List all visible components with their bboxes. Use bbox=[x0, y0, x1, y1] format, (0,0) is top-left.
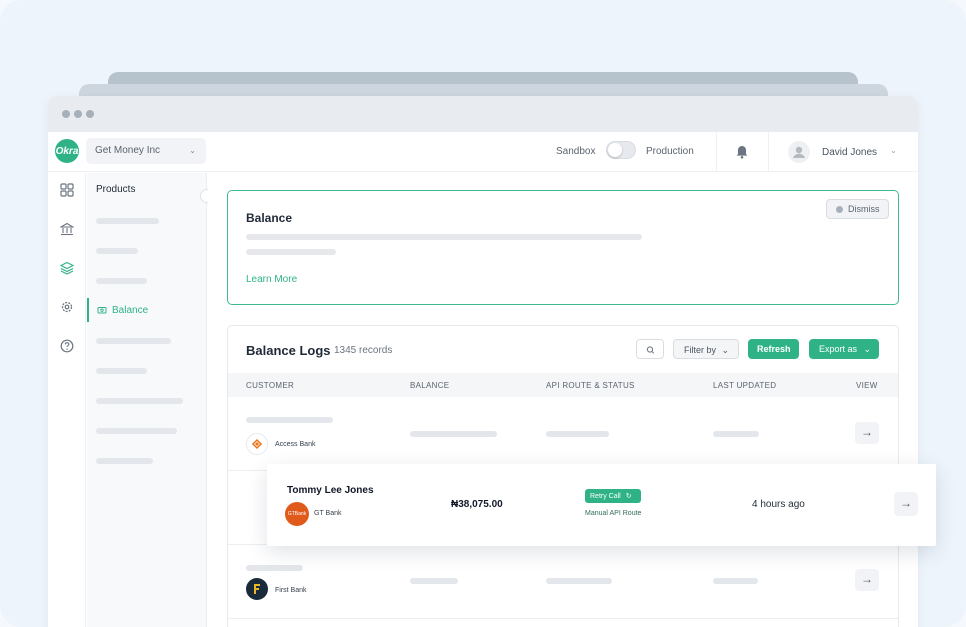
env-sandbox-label: Sandbox bbox=[556, 146, 596, 157]
sidebar-item-placeholder[interactable] bbox=[96, 218, 159, 224]
column-header: VIEW bbox=[856, 381, 878, 390]
balance-icon bbox=[97, 307, 107, 314]
window-dot bbox=[62, 110, 70, 118]
toggle-knob bbox=[608, 143, 622, 157]
bell-icon[interactable] bbox=[734, 144, 750, 160]
balance-info-card: Balance Learn More Dismiss bbox=[227, 190, 899, 305]
bank-name: GT Bank bbox=[314, 510, 342, 517]
bank-icon[interactable] bbox=[60, 222, 74, 236]
route-placeholder bbox=[546, 578, 612, 584]
dismiss-label: Dismiss bbox=[848, 204, 880, 214]
records-count: 1345 records bbox=[334, 345, 393, 356]
search-button[interactable] bbox=[636, 339, 664, 359]
top-bar: Okra Get Money Inc ⌄ Sandbox Production … bbox=[48, 132, 918, 172]
chevron-down-icon: ⌄ bbox=[721, 345, 730, 355]
gt-bank-logo: GTBank bbox=[285, 502, 309, 526]
avatar[interactable] bbox=[788, 141, 810, 163]
column-header: CUSTOMER bbox=[246, 381, 295, 390]
dismiss-dot-icon bbox=[836, 206, 843, 213]
products-sidebar: Products Balance bbox=[87, 173, 207, 627]
export-button[interactable]: Export as ⌄ bbox=[809, 339, 879, 359]
search-icon bbox=[646, 346, 655, 354]
org-selector[interactable]: Get Money Inc ⌄ bbox=[86, 138, 206, 164]
sidebar-title: Products bbox=[96, 184, 136, 195]
balance-amount: ₦38,075.00 bbox=[451, 499, 503, 510]
products-layers-icon[interactable] bbox=[60, 261, 74, 275]
access-bank-logo bbox=[246, 433, 268, 455]
first-bank-icon bbox=[254, 584, 260, 594]
bank-name: First Bank bbox=[275, 587, 307, 594]
logs-title: Balance Logs bbox=[246, 343, 331, 358]
environment-toggle[interactable] bbox=[606, 141, 636, 159]
info-card-title: Balance bbox=[246, 211, 293, 225]
user-name[interactable]: David Jones bbox=[822, 147, 877, 158]
bank-name: Access Bank bbox=[275, 441, 316, 448]
chevron-down-icon: ⌄ bbox=[863, 344, 872, 354]
column-header: BALANCE bbox=[410, 381, 450, 390]
retry-icon: ↻ bbox=[625, 493, 632, 500]
app-window: Okra Get Money Inc ⌄ Sandbox Production … bbox=[48, 96, 918, 627]
window-titlebar bbox=[48, 96, 918, 132]
updated-placeholder bbox=[713, 431, 759, 437]
dismiss-button[interactable]: Dismiss bbox=[826, 199, 889, 219]
okra-logo: Okra bbox=[55, 139, 79, 163]
balance-placeholder bbox=[410, 431, 497, 437]
window-dot bbox=[74, 110, 82, 118]
table-row[interactable]: First Bank → bbox=[228, 545, 898, 619]
export-label: Export as bbox=[819, 344, 858, 354]
customer-placeholder bbox=[246, 565, 303, 571]
learn-more-link[interactable]: Learn More bbox=[246, 274, 297, 285]
last-updated: 4 hours ago bbox=[752, 499, 805, 510]
divider bbox=[716, 132, 717, 172]
filter-button[interactable]: Filter by ⌄ bbox=[673, 339, 739, 359]
customer-placeholder bbox=[246, 417, 333, 423]
gear-icon[interactable] bbox=[60, 300, 74, 314]
chevron-down-icon[interactable]: ⌄ bbox=[890, 146, 897, 155]
sidebar-item-label: Balance bbox=[112, 305, 149, 316]
column-header: LAST UPDATED bbox=[713, 381, 777, 390]
sidebar-item-placeholder[interactable] bbox=[96, 368, 147, 374]
dashboard-icon[interactable] bbox=[60, 183, 74, 197]
filter-label: Filter by bbox=[684, 345, 717, 355]
sidebar-item-placeholder[interactable] bbox=[96, 338, 171, 344]
table-row[interactable]: Access Bank → bbox=[228, 397, 898, 471]
api-route: Manual API Route bbox=[585, 510, 642, 517]
access-bank-icon bbox=[251, 438, 263, 450]
user-icon bbox=[793, 146, 805, 158]
customer-name: Tommy Lee Jones bbox=[287, 485, 374, 496]
main-content: Balance Learn More Dismiss Balance Logs … bbox=[208, 173, 918, 627]
column-header: API ROUTE & STATUS bbox=[546, 381, 635, 390]
help-icon[interactable] bbox=[60, 339, 74, 353]
org-name: Get Money Inc bbox=[95, 145, 161, 156]
sidebar-item-placeholder[interactable] bbox=[96, 248, 138, 254]
view-arrow-button[interactable]: → bbox=[855, 422, 879, 444]
sidebar-item-balance[interactable]: Balance bbox=[87, 298, 206, 322]
chevron-down-icon: ⌄ bbox=[189, 146, 196, 155]
first-bank-logo bbox=[246, 578, 268, 600]
env-production-label: Production bbox=[646, 146, 694, 157]
retry-call-badge[interactable]: Retry Call ↻ bbox=[585, 489, 641, 503]
active-indicator bbox=[87, 298, 89, 322]
window-dot bbox=[86, 110, 94, 118]
updated-placeholder bbox=[713, 578, 758, 584]
retry-label: Retry Call bbox=[590, 493, 621, 500]
view-arrow-button[interactable]: → bbox=[894, 492, 918, 516]
sidebar-item-placeholder[interactable] bbox=[96, 458, 153, 464]
text-placeholder bbox=[246, 249, 336, 255]
view-arrow-button[interactable]: → bbox=[855, 569, 879, 591]
route-placeholder bbox=[546, 431, 609, 437]
refresh-button[interactable]: Refresh bbox=[748, 339, 799, 359]
balance-placeholder bbox=[410, 578, 458, 584]
divider bbox=[768, 132, 769, 172]
highlighted-table-row[interactable]: Tommy Lee Jones GTBank GT Bank ₦38,075.0… bbox=[267, 464, 936, 546]
icon-rail bbox=[48, 173, 86, 627]
text-placeholder bbox=[246, 234, 642, 240]
sidebar-item-placeholder[interactable] bbox=[96, 278, 147, 284]
table-header: CUSTOMER BALANCE API ROUTE & STATUS LAST… bbox=[228, 373, 898, 397]
sidebar-item-placeholder[interactable] bbox=[96, 428, 177, 434]
sidebar-item-placeholder[interactable] bbox=[96, 398, 183, 404]
